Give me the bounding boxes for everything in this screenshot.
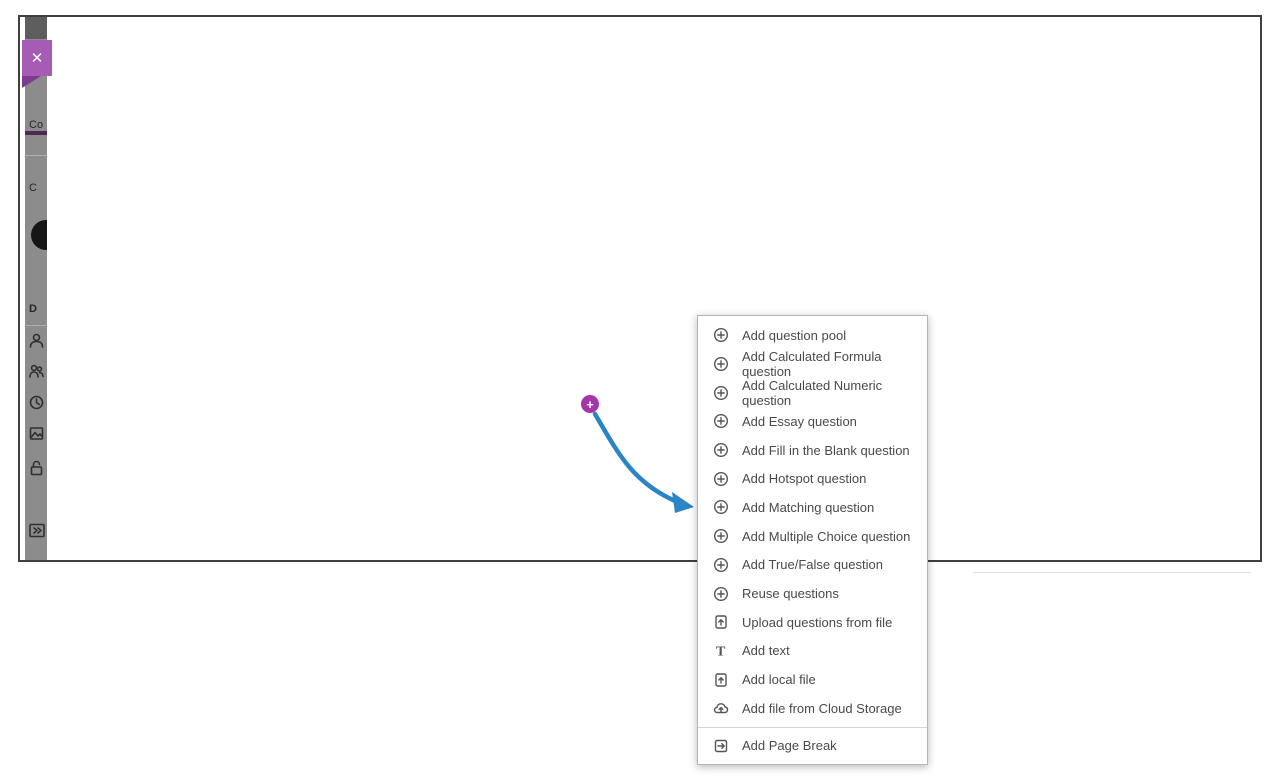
plus-circle-icon	[713, 528, 729, 544]
svg-text:T: T	[716, 644, 726, 659]
plus-circle-icon	[713, 356, 729, 372]
background-tab-indicator	[25, 131, 47, 135]
file-upload-icon	[713, 614, 729, 630]
add-content-plus-button[interactable]: +	[581, 395, 599, 413]
background-tab-label: Co	[29, 119, 43, 131]
plus-circle-icon	[713, 557, 729, 573]
code-panel-icon	[29, 523, 45, 538]
menu-divider	[698, 727, 927, 728]
person-icon	[29, 333, 44, 348]
lock-icon	[29, 460, 44, 476]
menu-item-add-cloud-file[interactable]: Add file from Cloud Storage	[698, 694, 927, 723]
menu-item-reuse-questions[interactable]: Reuse questions	[698, 579, 927, 608]
menu-item-add-question-pool[interactable]: Add question pool	[698, 321, 927, 350]
image-icon	[29, 426, 44, 441]
page-break-icon	[713, 738, 729, 754]
plus-circle-icon	[713, 413, 729, 429]
cloud-upload-icon	[713, 700, 729, 716]
menu-item-add-essay[interactable]: Add Essay question	[698, 407, 927, 436]
menu-item-upload-questions[interactable]: Upload questions from file	[698, 608, 927, 637]
assessment-peek-panel	[47, 17, 1260, 560]
menu-item-add-matching[interactable]: Add Matching question	[698, 493, 927, 522]
close-panel-button[interactable]: ✕	[22, 40, 52, 76]
dimmed-background-page: Co C D	[25, 17, 47, 560]
text-icon: T	[713, 643, 729, 659]
close-icon: ✕	[31, 49, 44, 67]
avatar	[31, 220, 47, 250]
close-button-fold	[22, 76, 41, 88]
background-label: D	[29, 303, 37, 315]
clock-icon	[29, 395, 44, 410]
background-topbar	[25, 17, 47, 39]
plus-circle-icon	[713, 385, 729, 401]
plus-circle-icon	[713, 327, 729, 343]
people-icon	[29, 364, 44, 379]
plus-circle-icon	[713, 442, 729, 458]
plus-circle-icon	[713, 586, 729, 602]
menu-item-add-hotspot[interactable]: Add Hotspot question	[698, 464, 927, 493]
menu-item-add-text[interactable]: T Add text	[698, 637, 927, 666]
menu-item-add-page-break[interactable]: Add Page Break	[698, 732, 927, 761]
file-upload-icon	[713, 672, 729, 688]
menu-item-add-fill-in-the-blank[interactable]: Add Fill in the Blank question	[698, 436, 927, 465]
divider	[25, 325, 47, 326]
menu-item-add-calculated-formula[interactable]: Add Calculated Formula question	[698, 350, 927, 379]
menu-item-add-multiple-choice[interactable]: Add Multiple Choice question	[698, 522, 927, 551]
add-content-menu: Add question pool Add Calculated Formula…	[697, 315, 928, 765]
background-heading: C	[29, 182, 37, 194]
plus-circle-icon	[713, 471, 729, 487]
menu-item-add-calculated-numeric[interactable]: Add Calculated Numeric question	[698, 378, 927, 407]
plus-circle-icon	[713, 499, 729, 515]
plus-icon: +	[586, 398, 594, 411]
menu-item-add-local-file[interactable]: Add local file	[698, 665, 927, 694]
menu-item-add-true-false[interactable]: Add True/False question	[698, 551, 927, 580]
divider	[25, 155, 47, 156]
